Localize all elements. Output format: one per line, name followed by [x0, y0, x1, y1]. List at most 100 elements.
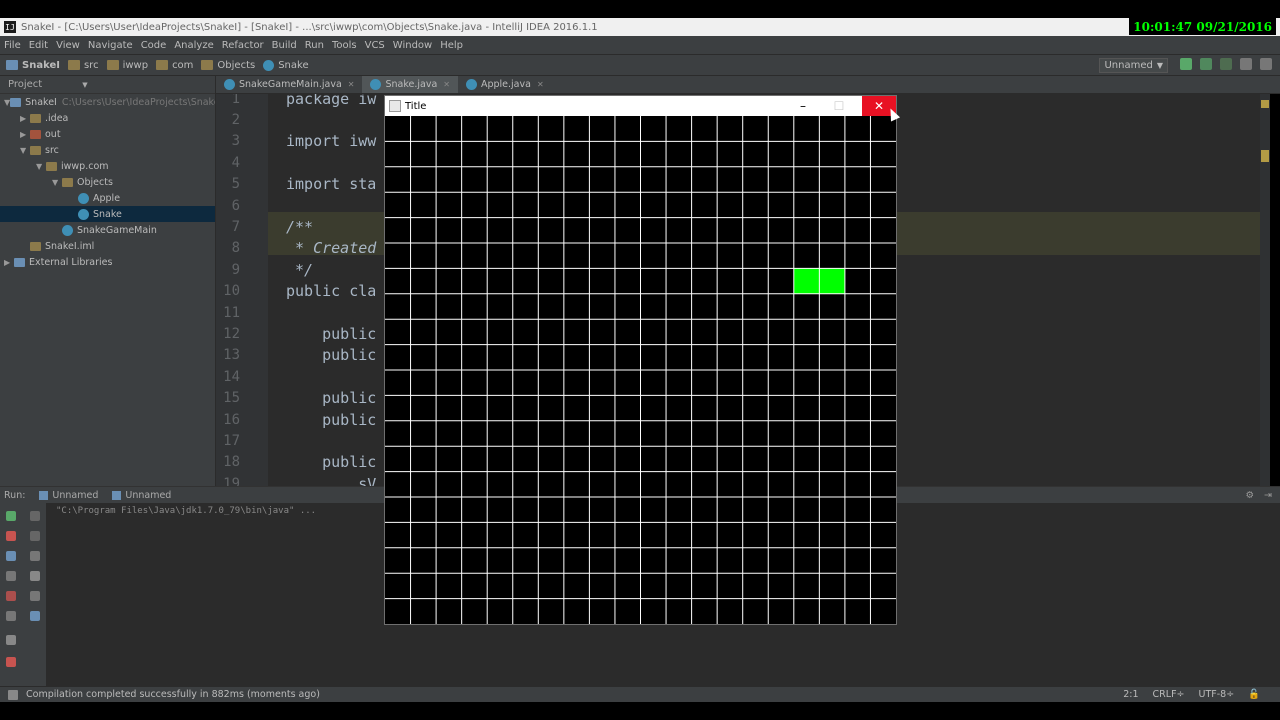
close-icon[interactable]: ✕	[348, 80, 355, 89]
tree-item-snakei[interactable]: ▼ SnakeI C:\Users\User\IdeaProjects\SnakeI	[0, 94, 215, 110]
dump-threads-icon[interactable]	[6, 571, 16, 581]
folder-icon	[30, 113, 41, 123]
line-number: 8	[231, 240, 240, 257]
close-icon[interactable]	[6, 657, 16, 667]
tree-item-label: Objects	[77, 176, 113, 188]
folder-icon	[106, 60, 119, 70]
trash-icon[interactable]	[30, 611, 40, 621]
chevron-right-icon[interactable]: ▶	[4, 258, 14, 267]
project-panel: Project ▼ ▼ SnakeI C:\Users\User\IdeaProje…	[0, 76, 216, 486]
tree-item--idea[interactable]: ▶ .idea	[0, 110, 215, 126]
breadcrumb-project[interactable]: SnakeI	[6, 60, 60, 71]
tree-item-snakegamemain[interactable]: SnakeGameMain	[0, 222, 215, 238]
tree-item-iwwp-com[interactable]: ▼ iwwp.com	[0, 158, 215, 174]
tree-item-src[interactable]: ▼ src	[0, 142, 215, 158]
scroll-to-end-icon[interactable]	[30, 571, 40, 581]
menu-run[interactable]: Run	[305, 40, 324, 51]
pause-icon[interactable]	[6, 551, 16, 561]
lock-icon[interactable]: 🔓	[1248, 689, 1260, 700]
menu-file[interactable]: File	[4, 40, 21, 51]
minimize-icon: –	[800, 99, 806, 113]
menu-help[interactable]: Help	[440, 40, 463, 51]
menu-window[interactable]: Window	[393, 40, 432, 51]
run-toolbar	[0, 503, 46, 687]
stop-icon[interactable]	[6, 531, 16, 541]
line-separator[interactable]: CRLF÷	[1153, 689, 1185, 700]
code-text: import iww	[286, 132, 377, 151]
maximize-icon: ☐	[833, 99, 845, 113]
chevron-right-icon[interactable]: ▶	[20, 114, 30, 123]
menu-navigate[interactable]: Navigate	[88, 40, 133, 51]
tree-item-objects[interactable]: ▼ Objects	[0, 174, 215, 190]
settings-icon[interactable]	[6, 611, 16, 621]
tree-item-out[interactable]: ▶ out	[0, 126, 215, 142]
caret-position[interactable]: 2:1	[1123, 689, 1138, 700]
line-number: 17	[223, 432, 240, 449]
chevron-down-icon[interactable]: ▼	[36, 162, 46, 171]
exit-icon[interactable]	[6, 591, 16, 601]
tree-item-label: SnakeGameMain	[77, 224, 157, 236]
project-structure-icon[interactable]	[1240, 58, 1252, 70]
run-tab-unnamed-1[interactable]: Unnamed	[39, 490, 98, 501]
maximize-button[interactable]: ☐	[822, 96, 856, 116]
project-tree: ▼ SnakeI C:\Users\User\IdeaProjects\SnakeI…	[0, 94, 215, 270]
folder-icon	[46, 161, 57, 171]
menu-build[interactable]: Build	[272, 40, 297, 51]
tree-item-snakei-iml[interactable]: SnakeI.iml	[0, 238, 215, 254]
rerun-icon[interactable]	[6, 511, 16, 521]
breadcrumb-iwwp[interactable]: iwwp	[106, 60, 148, 71]
tool-windows-icon[interactable]	[8, 689, 18, 700]
run-tab-unnamed-2[interactable]: Unnamed	[112, 490, 171, 501]
folder-icon	[62, 177, 73, 187]
file-icon	[30, 241, 41, 251]
wrap-icon[interactable]	[30, 551, 40, 561]
stripe-mark	[1261, 150, 1269, 162]
class-icon	[465, 79, 477, 90]
line-number: 16	[223, 411, 240, 428]
project-panel-header[interactable]: Project ▼	[0, 76, 215, 94]
tab-apple[interactable]: Apple.java ✕	[458, 76, 552, 93]
arrow-down-icon[interactable]	[30, 531, 40, 541]
menu-tools[interactable]: Tools	[332, 40, 357, 51]
breadcrumb-snake[interactable]: Snake	[263, 59, 309, 71]
run-icon[interactable]	[1180, 58, 1192, 70]
menu-edit[interactable]: Edit	[29, 40, 48, 51]
menu-analyze[interactable]: Analyze	[174, 40, 213, 51]
class-icon	[78, 208, 89, 220]
red-folder-icon	[30, 129, 41, 139]
snake-segment	[793, 268, 820, 294]
print-icon[interactable]	[30, 591, 40, 601]
chevron-down-icon[interactable]: ▼	[52, 178, 62, 187]
menu-view[interactable]: View	[56, 40, 80, 51]
tab-snakegamemain[interactable]: SnakeGameMain.java ✕	[216, 76, 362, 93]
file-encoding[interactable]: UTF-8÷	[1199, 689, 1235, 700]
breadcrumb-src[interactable]: src	[67, 60, 99, 71]
hide-icon[interactable]: ⇥	[1264, 490, 1272, 501]
coverage-icon[interactable]	[1220, 58, 1232, 70]
menu-vcs[interactable]: VCS	[365, 40, 385, 51]
breadcrumb-objects[interactable]: Objects	[201, 60, 255, 71]
tree-item-external-libraries[interactable]: ▶ External Libraries	[0, 254, 215, 270]
game-title-bar[interactable]: Title – ☐ ✕	[385, 96, 896, 116]
class-icon	[263, 59, 275, 71]
menu-code[interactable]: Code	[141, 40, 167, 51]
tree-item-apple[interactable]: Apple	[0, 190, 215, 206]
minimize-button[interactable]: –	[786, 96, 820, 116]
breadcrumb-com[interactable]: com	[156, 60, 193, 71]
game-board[interactable]	[385, 116, 896, 624]
run-configuration-select[interactable]: Unnamed ▼	[1099, 58, 1168, 73]
class-icon	[62, 224, 73, 236]
chevron-down-icon[interactable]: ▼	[20, 146, 30, 155]
tab-snake[interactable]: Snake.java ✕	[362, 76, 458, 93]
library-icon	[14, 257, 25, 267]
debug-icon[interactable]	[1200, 58, 1212, 70]
close-icon[interactable]: ✕	[443, 80, 450, 89]
gear-icon[interactable]: ⚙	[1245, 490, 1254, 501]
chevron-right-icon[interactable]: ▶	[20, 130, 30, 139]
menu-refactor[interactable]: Refactor	[222, 40, 264, 51]
pin-icon[interactable]	[6, 635, 16, 645]
close-icon[interactable]: ✕	[537, 80, 544, 89]
tree-item-snake[interactable]: Snake	[0, 206, 215, 222]
arrow-up-icon[interactable]	[30, 511, 40, 521]
search-icon[interactable]	[1260, 58, 1272, 70]
